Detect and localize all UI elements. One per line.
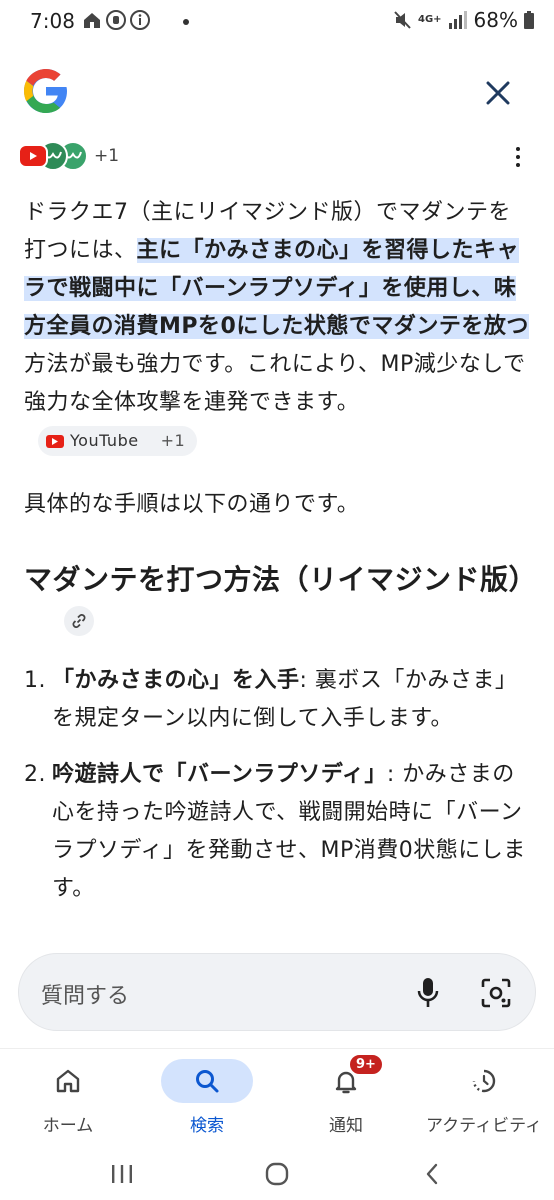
sources-count: +1 [94, 146, 120, 166]
youtube-source-icon [18, 144, 48, 168]
system-nav-bar [0, 1144, 554, 1200]
more-dot-icon [516, 163, 520, 167]
nav-label: アクティビティ [425, 1116, 543, 1136]
nav-icon-wrap [161, 1059, 253, 1103]
activity-icon [472, 1069, 496, 1093]
youtube-source-chip[interactable]: YouTube +1 [38, 426, 198, 456]
close-icon [486, 81, 510, 105]
nav-notifications[interactable]: 9+ 通知 [286, 1053, 406, 1136]
microphone-button[interactable] [415, 976, 441, 1010]
step-title: 「かみさまの心」を入手 [52, 668, 300, 693]
step-title: 吟遊詩人で「バーンラプソディ」 [52, 762, 387, 787]
youtube-icon [46, 434, 64, 448]
section-title-text: マダンテを打つ方法（リイマジンド版） [24, 563, 538, 596]
more-options-button[interactable] [508, 144, 528, 170]
chip-count: +1 [160, 431, 186, 450]
nav-label: 通知 [329, 1116, 363, 1136]
status-left-icons [82, 10, 150, 30]
sources-row[interactable]: +1 [18, 140, 119, 172]
chip-label: YouTube [70, 431, 139, 450]
screen: 7:08 4G+ 68% +1 ドラクエ7（主にリイマジンド版）でマダンテを打つ… [0, 0, 554, 1200]
step-number: 2. [24, 762, 46, 787]
status-right: 4G+ 68% [394, 8, 534, 32]
link-icon [72, 614, 86, 628]
section-title: マダンテを打つ方法（リイマジンド版） [24, 560, 537, 640]
answer-outro: 方法が最も強力です。これにより、MP減少なしで強力な全体攻撃を連発できます。 [24, 352, 526, 415]
hand-icon [106, 10, 126, 30]
home-system-button[interactable] [257, 1154, 297, 1194]
camera-lens-icon [481, 978, 511, 1008]
nav-label: ホーム [42, 1116, 94, 1136]
answer-content: ドラクエ7（主にリイマジンド版）でマダンテを打つには、主に「かみさまの心」を習得… [24, 194, 537, 926]
back-button[interactable] [412, 1154, 452, 1194]
close-button[interactable] [476, 71, 520, 115]
answer-paragraph: ドラクエ7（主にリイマジンド版）でマダンテを打つには、主に「かみさまの心」を習得… [24, 194, 532, 460]
home-status-icon [84, 13, 100, 28]
signal-icon [448, 11, 467, 29]
more-dot-icon [516, 147, 520, 151]
bottom-nav: ホーム 検索 9+ 通知 アクティビティ [0, 1048, 554, 1144]
more-dot-icon [516, 155, 520, 159]
ask-placeholder: 質問する [41, 984, 130, 1009]
step-number: 1. [24, 668, 46, 693]
microphone-icon [417, 978, 439, 1007]
nav-home[interactable]: ホーム [8, 1059, 128, 1136]
battery-icon [524, 11, 534, 29]
nav-icon-wrap [438, 1059, 530, 1103]
link-button[interactable] [64, 606, 94, 636]
search-icon [196, 1070, 219, 1093]
recent-apps-icon [112, 1165, 132, 1183]
notification-dot-icon [183, 19, 189, 25]
home-circle-icon [265, 1162, 289, 1186]
nav-icon-wrap: 9+ [300, 1053, 392, 1103]
steps-list: 1. 「かみさまの心」を入手: 裏ボス「かみさま」を規定ターン以内に倒して入手しま… [24, 662, 532, 908]
lens-button[interactable] [479, 976, 513, 1010]
ask-input[interactable]: 質問する [18, 953, 536, 1031]
recent-apps-button[interactable] [102, 1154, 142, 1194]
status-time: 7:08 [30, 9, 75, 33]
list-item: 1. 「かみさまの心」を入手: 裏ボス「かみさま」を規定ターン以内に倒して入手しま… [24, 662, 532, 738]
info-icon [130, 10, 150, 30]
network-type: 4G+ [418, 14, 442, 25]
notification-badge: 9+ [348, 1053, 384, 1076]
header [0, 64, 554, 124]
answer-paragraph-2: 具体的な手順は以下の通りです。 [24, 492, 360, 517]
status-bar: 7:08 4G+ 68% [0, 0, 554, 44]
battery-percent: 68% [473, 8, 518, 32]
mute-icon [394, 11, 411, 29]
nav-activity[interactable]: アクティビティ [424, 1059, 544, 1136]
back-chevron-icon [426, 1163, 438, 1185]
home-icon [56, 1069, 80, 1093]
list-item: 2. 吟遊詩人で「バーンラプソディ」: かみさまの心を持った吟遊詩人で、戦闘開始時… [24, 756, 532, 908]
nav-label: 検索 [190, 1116, 224, 1136]
nav-search[interactable]: 検索 [147, 1059, 267, 1136]
nav-icon-wrap [22, 1059, 114, 1103]
google-g-logo [24, 69, 67, 113]
